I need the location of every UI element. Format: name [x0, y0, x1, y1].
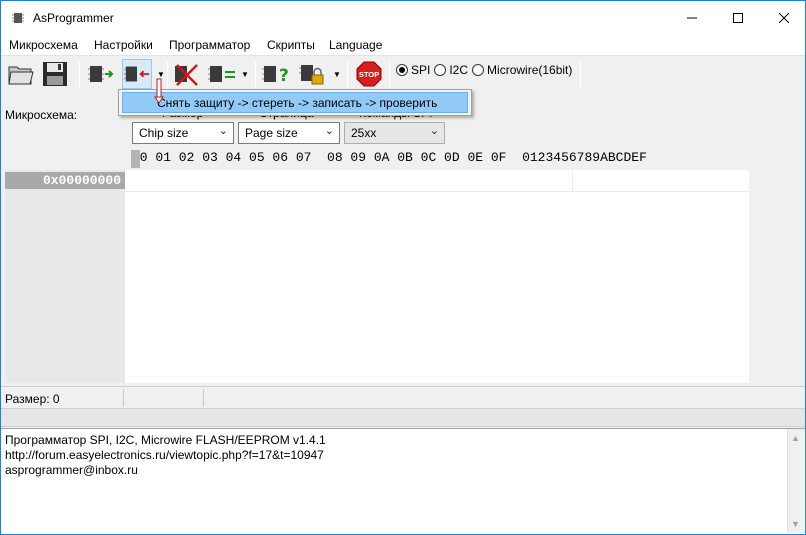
chevron-down-icon: ⌄: [218, 125, 228, 137]
row-divider: [125, 191, 749, 192]
status-bar: Размер: 0: [1, 386, 805, 408]
page-size-value: Page size: [245, 126, 298, 140]
hex-header-text: 00 01 02 03 04 05 06 07 08 09 0A 0B 0C 0…: [132, 150, 647, 165]
log-scrollbar[interactable]: ▲ ▼: [787, 429, 804, 533]
address-column: 0x00000000: [5, 170, 125, 383]
app-window: AsProgrammer Микросхема Настройки Програ…: [0, 0, 806, 535]
floppy-disk-icon: [43, 62, 67, 86]
address-cell: 0x00000000: [5, 172, 125, 189]
minimize-button[interactable]: [669, 1, 715, 34]
chip-label: Микросхема:: [5, 108, 78, 122]
read-button[interactable]: [86, 59, 116, 89]
spi-commands-select[interactable]: 25xx ⌄: [344, 122, 445, 144]
scroll-up-icon[interactable]: ▲: [791, 433, 800, 443]
chip-erase-icon: [175, 64, 198, 86]
log-output[interactable]: Программатор SPI, I2C, Microwire FLASH/E…: [1, 428, 805, 534]
log-line: Программатор SPI, I2C, Microwire FLASH/E…: [5, 433, 326, 447]
i2c-radio-label[interactable]: I2C: [449, 63, 468, 77]
title-bar[interactable]: AsProgrammer: [1, 1, 805, 34]
maximize-button[interactable]: [715, 1, 761, 34]
spi-radio-label[interactable]: SPI: [411, 63, 430, 77]
menu-language[interactable]: Language: [329, 38, 382, 52]
page-size-select[interactable]: Page size ⌄: [238, 122, 340, 144]
spi-commands-value: 25xx: [351, 126, 377, 140]
stop-icon: STOP: [356, 61, 382, 87]
log-line: asprogrammer@inbox.ru: [5, 463, 138, 477]
verify-button[interactable]: [207, 59, 237, 89]
chevron-down-icon: ⌄: [324, 125, 334, 137]
close-icon: [779, 12, 789, 23]
svg-text:STOP: STOP: [359, 70, 379, 79]
progress-bar: [1, 408, 805, 427]
hex-scrollbar[interactable]: [799, 170, 805, 383]
menu-programmer[interactable]: Программатор: [169, 38, 250, 52]
minimize-icon: [687, 17, 697, 18]
chevron-down-icon: ⌄: [429, 125, 439, 137]
log-line: http://forum.easyelectronics.ru/viewtopi…: [5, 448, 324, 462]
close-button[interactable]: [761, 1, 805, 34]
chip-size-select[interactable]: Chip size ⌄: [132, 122, 234, 144]
size-status: Размер: 0: [5, 392, 60, 406]
chip-size-value: Chip size: [139, 126, 189, 140]
window-title: AsProgrammer: [33, 11, 114, 25]
chip-lock-icon: [299, 65, 324, 85]
write-dropdown-menu: Снять защиту -> стереть -> записать -> п…: [118, 89, 472, 116]
hex-caret: [131, 150, 140, 168]
folder-icon: [8, 66, 34, 85]
menu-chip[interactable]: Микросхема: [9, 38, 78, 52]
toolbar: ▼ ▼ ? ▼ STOP SPI I2C Microwire(16bit): [1, 56, 805, 92]
hex-column-header: 00 01 02 03 04 05 06 07 08 09 0A 0B 0C 0…: [1, 148, 805, 170]
microwire-radio-label[interactable]: Microwire(16bit): [487, 63, 572, 77]
lock-dropdown-arrow-icon[interactable]: ▼: [333, 70, 341, 79]
chip-write-icon: [123, 66, 150, 82]
chip-id-question-icon: ?: [262, 66, 289, 86]
stop-button[interactable]: STOP: [354, 59, 384, 89]
hex-data-area[interactable]: [125, 170, 749, 383]
hex-editor[interactable]: 0x00000000: [1, 170, 805, 383]
app-chip-icon: [12, 13, 24, 23]
menu-settings[interactable]: Настройки: [94, 38, 153, 52]
microwire-radio[interactable]: [472, 64, 485, 76]
menu-item-unprotect-erase-write-verify[interactable]: Снять защиту -> стереть -> записать -> п…: [122, 92, 468, 113]
erase-button[interactable]: [171, 59, 201, 89]
i2c-radio[interactable]: [434, 64, 447, 76]
protocol-radio-group: SPI I2C Microwire(16bit): [396, 59, 576, 81]
spi-radio[interactable]: [396, 64, 408, 76]
save-file-button[interactable]: [40, 59, 70, 89]
verify-dropdown-arrow-icon[interactable]: ▼: [241, 70, 249, 79]
chip-verify-icon: [208, 66, 235, 82]
menu-scripts[interactable]: Скрипты: [267, 38, 315, 52]
svg-text:?: ?: [279, 66, 289, 86]
scroll-down-icon[interactable]: ▼: [791, 519, 800, 529]
chip-read-icon: [88, 66, 114, 82]
read-id-button[interactable]: ?: [261, 59, 291, 89]
menu-bar: Микросхема Настройки Программатор Скрипт…: [1, 34, 805, 56]
mouse-cursor-icon: [154, 78, 164, 104]
lock-button[interactable]: [298, 59, 328, 89]
maximize-icon: [733, 12, 743, 23]
write-button[interactable]: [122, 59, 152, 89]
popup-item-label: Снять защиту -> стереть -> записать -> п…: [157, 96, 438, 110]
open-file-button[interactable]: [6, 59, 36, 89]
